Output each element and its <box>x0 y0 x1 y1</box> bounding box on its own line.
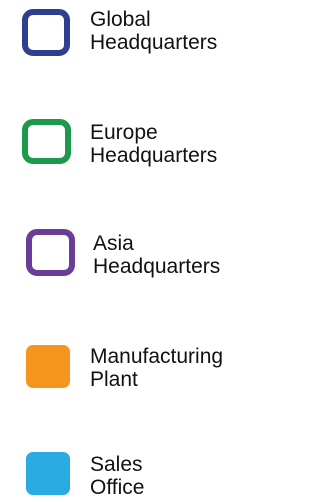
legend-label-line: Headquarters <box>90 31 218 54</box>
location-legend: Global Headquarters Europe Headquarters … <box>0 0 261 502</box>
legend-label-line: Plant <box>90 368 138 391</box>
legend-label-europe-headquarters: Europe Headquarters <box>90 121 217 167</box>
asia-headquarters-swatch-icon <box>26 229 75 276</box>
legend-label-sales-office: Sales Office <box>90 453 144 499</box>
legend-label-line: Headquarters <box>93 255 221 278</box>
legend-label-line: Office <box>90 476 145 499</box>
global-headquarters-swatch-icon <box>22 9 70 56</box>
legend-label-manufacturing-plant: Manufacturing Plant <box>90 345 223 391</box>
legend-label-line: Asia <box>93 232 134 255</box>
legend-label-line: Headquarters <box>90 144 218 167</box>
legend-label-line: Europe <box>90 121 158 144</box>
legend-label-line: Global <box>90 8 151 31</box>
manufacturing-plant-swatch-icon <box>26 345 70 388</box>
legend-label-global-headquarters: Global Headquarters <box>90 8 217 54</box>
legend-label-line: Sales <box>90 453 143 476</box>
europe-headquarters-swatch-icon <box>22 119 71 164</box>
legend-label-line: Manufacturing <box>90 345 224 368</box>
legend-label-asia-headquarters: Asia Headquarters <box>93 232 220 278</box>
sales-office-swatch-icon <box>26 452 70 495</box>
